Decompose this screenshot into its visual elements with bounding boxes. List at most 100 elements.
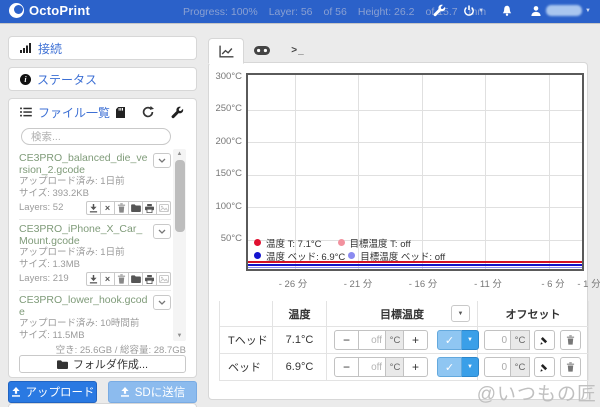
tool-target-minus-button[interactable]: −	[334, 330, 359, 350]
bed-offset-edit-button[interactable]	[534, 357, 555, 377]
file-load-folder-button[interactable]	[128, 201, 143, 215]
tool-offset-input[interactable]	[484, 330, 511, 350]
file-load-folder-button[interactable]	[128, 272, 143, 286]
col-header-offset: オフセット	[478, 301, 589, 327]
create-folder-button[interactable]: フォルダ作成...	[19, 355, 186, 373]
tool-actual-temp: 7.1°C	[273, 327, 327, 354]
file-search-input[interactable]	[21, 128, 171, 145]
target-header-dropdown-button[interactable]: ▼	[451, 305, 470, 322]
storage-capacity: 空き: 25.6GB / 総容量: 28.7GB	[56, 342, 186, 356]
scroll-up-icon[interactable]: ▲	[173, 149, 186, 159]
file-print-button[interactable]	[142, 272, 157, 286]
sidebar-panel-connection[interactable]: 接続	[8, 36, 197, 60]
file-dropdown-button[interactable]	[153, 295, 171, 310]
refresh-icon[interactable]	[142, 106, 154, 118]
brand-name: OctoPrint	[29, 3, 90, 18]
file-uploaded: アップロード済み: 1日前	[19, 176, 171, 188]
sidebar-panel-status[interactable]: i ステータス	[8, 67, 197, 91]
y-axis-tick: 250°C	[209, 103, 242, 114]
file-download-button[interactable]	[86, 201, 101, 215]
file-download-button[interactable]	[86, 272, 101, 286]
terminal-icon: >_	[291, 45, 304, 56]
bed-offset-cell: °C	[478, 354, 589, 381]
user-menu[interactable]: ▼	[530, 5, 591, 17]
tool-offset-delete-button[interactable]	[560, 330, 581, 350]
scroll-down-icon[interactable]: ▼	[173, 331, 186, 341]
x-axis-tick: - 11 分	[474, 276, 502, 290]
tool-target-set-dropdown-button[interactable]: ▼	[462, 330, 479, 350]
power-menu[interactable]: ▼	[463, 5, 484, 17]
state-layer: Layer: 56	[269, 6, 313, 18]
file-delete-trash-button[interactable]	[114, 201, 129, 215]
row-label-tool: Tヘッド	[219, 327, 273, 354]
state-height: Height: 26.2	[358, 6, 415, 18]
file-layers: Layers: 52	[19, 202, 63, 214]
upload-button[interactable]: アップロード	[8, 381, 97, 403]
file-dropdown-button[interactable]	[153, 224, 171, 239]
chevron-down-icon: ▼	[467, 337, 473, 343]
x-axis-tick: - 1 分	[577, 276, 600, 290]
upload-to-sd-button[interactable]: SDに送信	[108, 381, 197, 403]
file-uploaded: アップロード済み: 10時間前	[19, 318, 171, 330]
bed-target-plus-button[interactable]: +	[403, 357, 428, 377]
settings-wrench-icon[interactable]	[433, 4, 446, 17]
file-cancel-button[interactable]: ×	[100, 201, 115, 215]
file-name-link[interactable]: CE3PRO_lower_hook.gcode	[19, 294, 171, 318]
temperature-plot: 温度 T: 7.1°C 目標温度 T: off 温度 ベッド: 6.9°C 目標…	[246, 73, 584, 271]
file-item: CE3PRO_lower_hook.gcode アップロード済み: 10時間前 …	[19, 291, 171, 341]
table-corner-cell	[219, 301, 273, 327]
signal-icon	[20, 43, 32, 53]
folder-icon	[57, 360, 68, 369]
bed-target-input[interactable]	[359, 357, 386, 377]
notifications-bell-icon[interactable]	[501, 5, 513, 17]
file-item: CE3PRO_balanced_die_version_2.gcode アップロ…	[19, 149, 171, 220]
upload-icon	[11, 387, 21, 397]
upload-sd-label: SDに送信	[135, 384, 185, 400]
info-icon: i	[20, 74, 31, 85]
x-axis-tick: - 16 分	[409, 276, 438, 290]
tool-target-cell: − °C + ✓ ▼	[327, 327, 478, 354]
file-image-button[interactable]	[156, 272, 171, 286]
bed-offset-delete-button[interactable]	[560, 357, 581, 377]
bed-target-set-button[interactable]: ✓	[437, 357, 462, 377]
files-settings-wrench-icon[interactable]	[171, 106, 184, 119]
file-list-scrollbar[interactable]: ▲ ▼	[173, 149, 186, 341]
file-name-link[interactable]: CE3PRO_iPhone_X_Car_Mount.gcode	[19, 223, 171, 247]
file-cancel-button[interactable]: ×	[100, 272, 115, 286]
col-header-actual: 温度	[273, 301, 327, 327]
check-icon: ✓	[445, 361, 454, 374]
file-image-button[interactable]	[156, 201, 171, 215]
chevron-down-icon: ▼	[478, 8, 484, 14]
username-redacted	[546, 5, 582, 16]
file-size: サイズ: 393.2KB	[19, 188, 171, 200]
file-delete-trash-button[interactable]	[114, 272, 129, 286]
file-dropdown-button[interactable]	[153, 153, 171, 168]
state-progress: Progress: 100%	[183, 6, 258, 18]
tab-control[interactable]	[244, 38, 280, 63]
sd-card-icon[interactable]	[116, 107, 125, 118]
bed-target-cell: − °C + ✓ ▼	[327, 354, 478, 381]
bed-offset-unit: °C	[511, 357, 530, 377]
tab-temperature[interactable]	[208, 38, 244, 64]
gamepad-icon	[254, 46, 270, 55]
user-icon	[530, 5, 542, 17]
x-axis-tick: - 6 分	[541, 276, 564, 290]
bed-offset-input[interactable]	[484, 357, 511, 377]
file-print-button[interactable]	[142, 201, 157, 215]
octoprint-logo-icon	[9, 3, 24, 18]
pencil-icon	[540, 362, 550, 372]
tool-target-input[interactable]	[359, 330, 386, 350]
check-icon: ✓	[445, 334, 454, 347]
tool-target-set-button[interactable]: ✓	[437, 330, 462, 350]
tool-offset-edit-button[interactable]	[534, 330, 555, 350]
bed-target-minus-button[interactable]: −	[334, 357, 359, 377]
files-title-row[interactable]: ファイル一覧	[20, 104, 110, 121]
bed-target-set-dropdown-button[interactable]: ▼	[462, 357, 479, 377]
file-name-link[interactable]: CE3PRO_balanced_die_version_2.gcode	[19, 152, 171, 176]
tool-target-plus-button[interactable]: +	[403, 330, 428, 350]
state-layer-total: of 56	[324, 6, 347, 18]
legend-tool-target: 目標温度 T: off	[350, 236, 411, 250]
tab-terminal[interactable]: >_	[280, 38, 316, 63]
brand[interactable]: OctoPrint	[9, 3, 90, 18]
scrollbar-thumb[interactable]	[175, 160, 185, 232]
